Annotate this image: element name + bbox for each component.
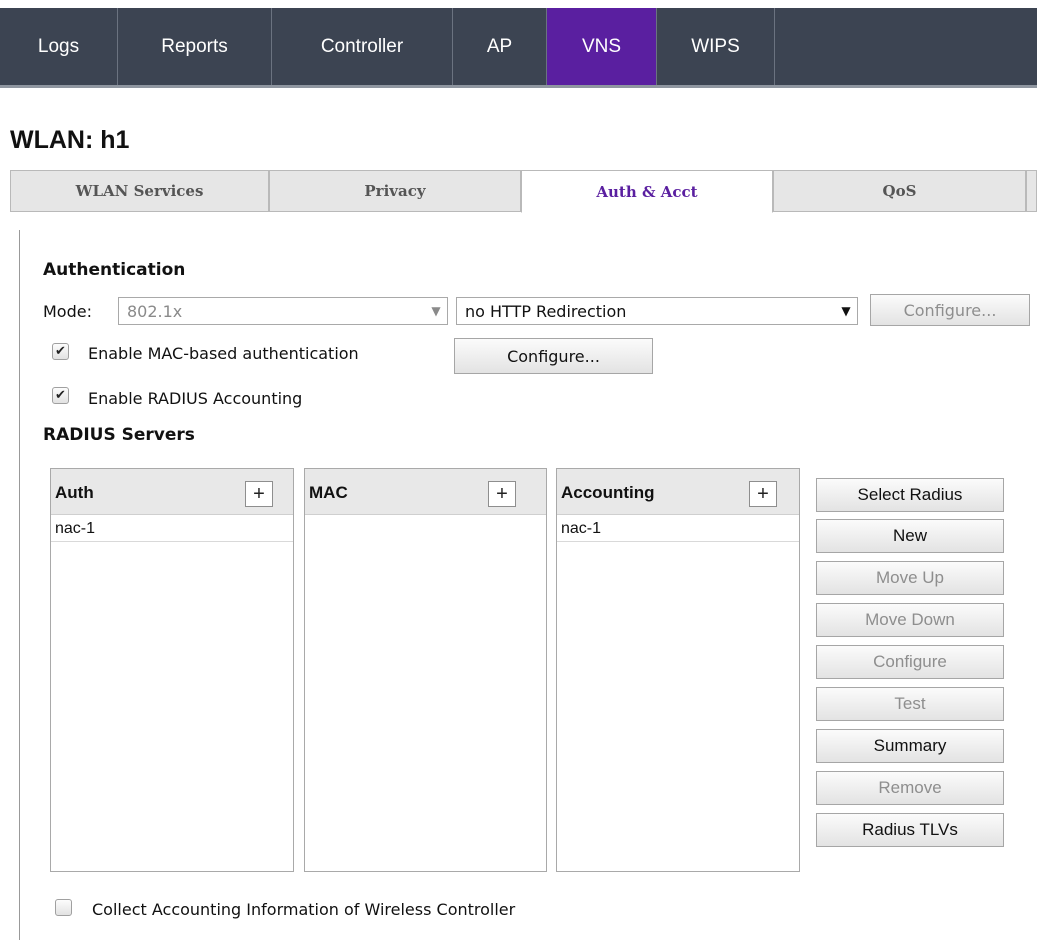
- nav-tab-controller[interactable]: Controller: [272, 8, 453, 85]
- summary-button[interactable]: Summary: [816, 729, 1004, 763]
- radius-servers-heading: RADIUS Servers: [43, 425, 195, 445]
- mac-server-panel: MAC +: [304, 468, 547, 872]
- accounting-server-panel: Accounting + nac-1: [556, 468, 800, 872]
- tab-wlan-services[interactable]: WLAN Services: [10, 170, 269, 212]
- mac-panel-header: MAC +: [305, 469, 546, 515]
- mac-add-button[interactable]: +: [488, 481, 516, 507]
- mac-configure-button[interactable]: Configure...: [454, 338, 653, 374]
- test-button[interactable]: Test: [816, 687, 1004, 721]
- chevron-down-icon: ▼: [431, 304, 441, 318]
- select-radius-button[interactable]: Select Radius: [816, 478, 1004, 512]
- accounting-add-button[interactable]: +: [749, 481, 777, 507]
- authentication-heading: Authentication: [43, 260, 186, 280]
- remove-button[interactable]: Remove: [816, 771, 1004, 805]
- top-nav: Logs Reports Controller AP VNS WIPS: [0, 8, 1037, 88]
- page-title: WLAN: h1: [10, 126, 130, 154]
- nav-tab-logs[interactable]: Logs: [0, 8, 118, 85]
- radius-accounting-checkbox[interactable]: ✔: [52, 387, 69, 404]
- auth-panel-header: Auth +: [51, 469, 293, 515]
- tab-qos[interactable]: QoS: [773, 170, 1026, 212]
- mac-auth-checkbox[interactable]: ✔: [52, 343, 69, 360]
- chevron-down-icon: ▼: [841, 304, 851, 318]
- mac-auth-label: Enable MAC-based authentication: [88, 344, 359, 363]
- accounting-server-row[interactable]: nac-1: [557, 515, 799, 542]
- radius-accounting-label: Enable RADIUS Accounting: [88, 389, 303, 408]
- mode-select[interactable]: 802.1x ▼: [118, 297, 448, 325]
- checkmark-icon: ✔: [55, 344, 66, 359]
- accounting-panel-title: Accounting: [561, 483, 655, 502]
- collect-accounting-checkbox[interactable]: [55, 899, 72, 916]
- content-border: [19, 230, 20, 940]
- auth-panel-title: Auth: [55, 483, 94, 502]
- accounting-panel-header: Accounting +: [557, 469, 799, 515]
- tab-overflow[interactable]: [1026, 170, 1037, 212]
- auth-server-row[interactable]: nac-1: [51, 515, 293, 542]
- mac-panel-title: MAC: [309, 483, 348, 502]
- redirection-configure-button[interactable]: Configure...: [870, 294, 1030, 326]
- http-redirection-select[interactable]: no HTTP Redirection ▼: [456, 297, 858, 325]
- http-redirection-value: no HTTP Redirection: [465, 301, 627, 321]
- tab-privacy[interactable]: Privacy: [269, 170, 521, 212]
- new-button[interactable]: New: [816, 519, 1004, 553]
- auth-server-panel: Auth + nac-1: [50, 468, 294, 872]
- configure-button[interactable]: Configure: [816, 645, 1004, 679]
- mode-label: Mode:: [43, 302, 92, 321]
- checkmark-icon: ✔: [55, 388, 66, 403]
- auth-add-button[interactable]: +: [245, 481, 273, 507]
- mode-value: 802.1x: [127, 301, 183, 321]
- move-up-button[interactable]: Move Up: [816, 561, 1004, 595]
- tab-auth-acct[interactable]: Auth & Acct: [521, 170, 773, 213]
- subtab-bar: WLAN Services Privacy Auth & Acct QoS: [10, 170, 1037, 213]
- move-down-button[interactable]: Move Down: [816, 603, 1004, 637]
- nav-tab-ap[interactable]: AP: [453, 8, 547, 85]
- nav-tab-vns[interactable]: VNS: [547, 8, 657, 85]
- nav-tab-reports[interactable]: Reports: [118, 8, 272, 85]
- radius-tlvs-button[interactable]: Radius TLVs: [816, 813, 1004, 847]
- nav-tab-wips[interactable]: WIPS: [657, 8, 775, 85]
- collect-accounting-label: Collect Accounting Information of Wirele…: [92, 900, 516, 919]
